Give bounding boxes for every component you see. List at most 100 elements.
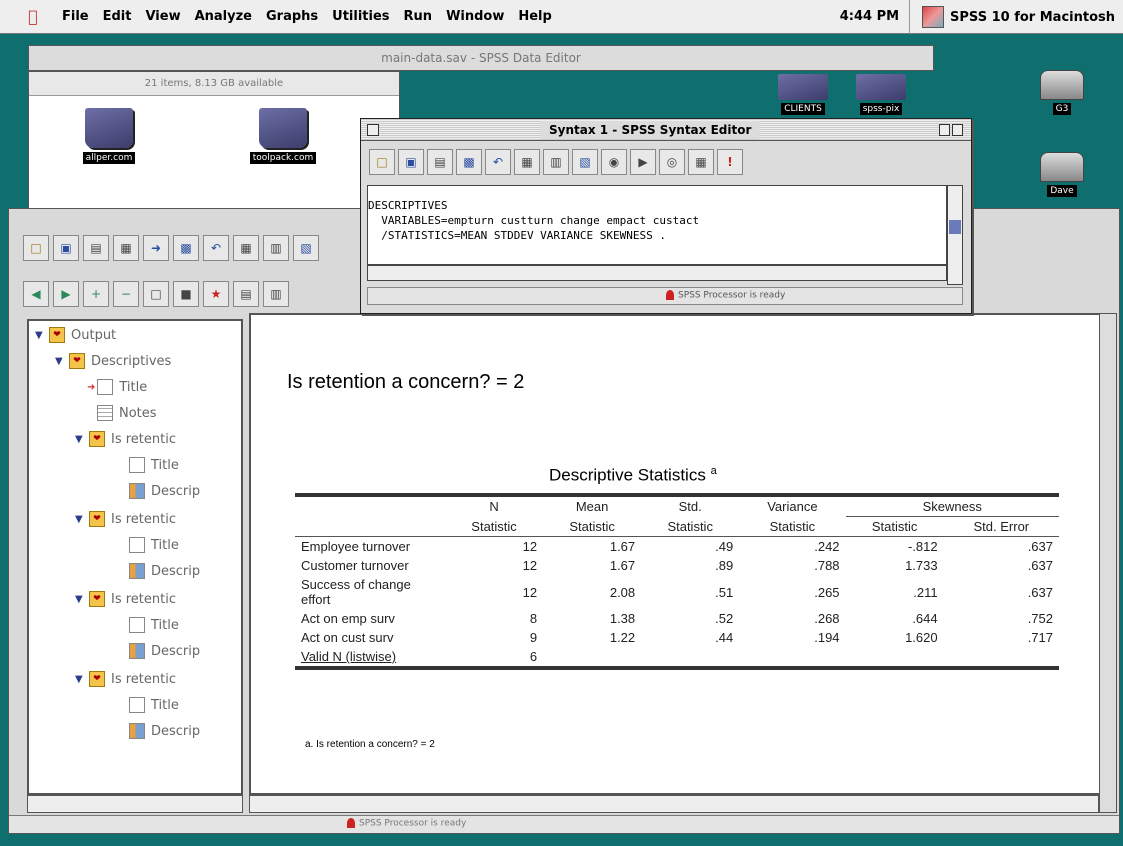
outline-item[interactable]: Descrip — [129, 643, 200, 659]
cell-n: 12 — [522, 584, 538, 600]
print-icon[interactable]: ▤ — [83, 235, 109, 261]
outline-item[interactable]: ▼ ❤ Is retentic — [75, 511, 176, 527]
finder-icon-toolpack[interactable]: toolpack.com — [243, 108, 323, 164]
folder-icon — [778, 74, 828, 100]
use-sets-icon[interactable]: ▦ — [688, 149, 714, 175]
outline-item[interactable]: ▼ ❤ Is retentic — [75, 671, 176, 687]
export-icon[interactable]: ➜ — [143, 235, 169, 261]
outline-item[interactable]: Title — [129, 617, 179, 633]
menu-graphs[interactable]: Graphs — [266, 9, 318, 24]
sub-header: Statistic — [543, 516, 642, 537]
apple-menu-icon[interactable]:  — [18, 7, 48, 26]
goto-chart-icon[interactable]: ▥ — [543, 149, 569, 175]
stop-icon[interactable]: ! — [717, 149, 743, 175]
menu-file[interactable]: File — [62, 9, 89, 24]
outline-item[interactable]: ▼ ❤ Is retentic — [75, 591, 176, 607]
open-icon[interactable]: □ — [23, 235, 49, 261]
outline-horizontal-scrollbar[interactable] — [27, 795, 243, 813]
syntax-window-title: Syntax 1 - SPSS Syntax Editor — [541, 121, 760, 139]
table-title-text: Descriptive Statistics — [549, 465, 706, 485]
promote-icon[interactable]: ◀ — [23, 281, 49, 307]
menu-analyze[interactable]: Analyze — [195, 9, 252, 24]
expand-icon[interactable]: + — [83, 281, 109, 307]
undo-icon[interactable]: ↶ — [485, 149, 511, 175]
menubar-clock[interactable]: 4:44 PM — [840, 0, 911, 34]
title-icon — [129, 457, 145, 473]
outline-item[interactable]: Descrip — [129, 723, 200, 739]
insert-text-icon[interactable]: ▥ — [263, 281, 289, 307]
outline-item[interactable]: ▼ ❤ Descriptives — [55, 353, 171, 369]
variables-icon[interactable]: ▧ — [572, 149, 598, 175]
zoom-box-icon[interactable] — [939, 124, 963, 136]
content-vertical-scrollbar[interactable] — [1099, 313, 1117, 813]
collapse-triangle-icon[interactable]: ▼ — [55, 356, 69, 367]
hide-icon[interactable]: ■ — [173, 281, 199, 307]
save-icon[interactable]: ▣ — [398, 149, 424, 175]
collapse-triangle-icon[interactable]: ▼ — [35, 330, 49, 341]
menu-help[interactable]: Help — [518, 9, 551, 24]
open-icon[interactable]: □ — [369, 149, 395, 175]
finder-icon-label: toolpack.com — [249, 152, 317, 164]
syntax-vertical-scrollbar[interactable] — [947, 185, 963, 285]
syntax-help-icon[interactable]: ◎ — [659, 149, 685, 175]
close-box-icon[interactable] — [367, 124, 379, 136]
syntax-horizontal-scrollbar[interactable] — [367, 265, 947, 281]
dialog-recall-icon[interactable]: ▩ — [456, 149, 482, 175]
collapse-triangle-icon[interactable]: ▼ — [75, 594, 89, 605]
print-preview-icon[interactable]: ▦ — [113, 235, 139, 261]
menu-edit[interactable]: Edit — [103, 9, 132, 24]
outline-item[interactable]: ➜ Title — [87, 379, 147, 395]
menu-bar:  File Edit View Analyze Graphs Utilitie… — [0, 0, 1123, 34]
find-icon[interactable]: ◉ — [601, 149, 627, 175]
menu-utilities[interactable]: Utilities — [332, 9, 389, 24]
output-content-pane[interactable]: Is retention a concern? = 2 Descriptive … — [249, 313, 1117, 795]
finder-icon-allper[interactable]: allper.com — [69, 108, 149, 164]
output-outline-pane[interactable]: ▼ ❤ Output ▼ ❤ Descriptives ➜ Title Notes ▼ ❤ I… — [27, 319, 243, 795]
desktop-icon-dave[interactable]: Dave — [1040, 152, 1084, 197]
outline-item[interactable]: Notes — [97, 405, 157, 421]
collapse-triangle-icon[interactable]: ▼ — [75, 434, 89, 445]
title-icon — [97, 379, 114, 395]
outline-item[interactable]: Descrip — [129, 563, 200, 579]
descriptive-statistics-table[interactable]: N Mean Std. Variance Skewness Statistic … — [295, 493, 1059, 670]
menu-view[interactable]: View — [145, 9, 180, 24]
outline-item[interactable]: Title — [129, 537, 179, 553]
dialog-recall-icon[interactable]: ▩ — [173, 235, 199, 261]
syntax-titlebar[interactable]: Syntax 1 - SPSS Syntax Editor — [361, 119, 971, 141]
variables-icon[interactable]: ▧ — [293, 235, 319, 261]
save-icon[interactable]: ▣ — [53, 235, 79, 261]
run-icon[interactable]: ▶ — [630, 149, 656, 175]
desktop-icon-g3[interactable]: G3 — [1040, 70, 1084, 115]
menu-run[interactable]: Run — [404, 9, 433, 24]
goto-data-icon[interactable]: ▦ — [514, 149, 540, 175]
spss-app-icon[interactable] — [922, 6, 945, 28]
outline-item[interactable]: ▼ ❤ Is retentic — [75, 431, 176, 447]
application-menu[interactable]: SPSS 10 for Macintosh — [950, 10, 1115, 25]
collapse-triangle-icon[interactable]: ▼ — [75, 674, 89, 685]
syntax-text-area[interactable]: DESCRIPTIVES VARIABLES=empturn custturn … — [367, 185, 947, 265]
data-editor-titlebar[interactable]: main-data.sav - SPSS Data Editor — [28, 45, 934, 71]
insert-title-icon[interactable]: ▤ — [233, 281, 259, 307]
insert-heading-icon[interactable]: ★ — [203, 281, 229, 307]
syntax-toolbar: □ ▣ ▤ ▩ ↶ ▦ ▥ ▧ ◉ ▶ ◎ ▦ ! — [369, 149, 743, 175]
goto-data-icon[interactable]: ▦ — [233, 235, 259, 261]
show-icon[interactable]: □ — [143, 281, 169, 307]
goto-chart-icon[interactable]: ▥ — [263, 235, 289, 261]
demote-icon[interactable]: ▶ — [53, 281, 79, 307]
collapse-triangle-icon[interactable]: ▼ — [75, 514, 89, 525]
outline-item[interactable]: ▼ ❤ Output — [35, 327, 116, 343]
outline-item[interactable]: Descrip — [129, 483, 200, 499]
book-icon: ❤ — [89, 671, 105, 687]
undo-icon[interactable]: ↶ — [203, 235, 229, 261]
desktop-icon-spss-pix[interactable]: spss-pix — [856, 74, 906, 115]
title-icon — [129, 537, 145, 553]
content-horizontal-scrollbar[interactable] — [249, 795, 1099, 813]
outline-item[interactable]: Title — [129, 697, 179, 713]
table-row: Valid N (listwise) 6 — [295, 647, 1059, 670]
outline-item[interactable]: Title — [129, 457, 179, 473]
collapse-icon[interactable]: − — [113, 281, 139, 307]
print-icon[interactable]: ▤ — [427, 149, 453, 175]
desktop-icon-clients[interactable]: CLIENTS — [778, 74, 828, 115]
scroll-thumb[interactable] — [949, 220, 961, 234]
menu-window[interactable]: Window — [446, 9, 504, 24]
